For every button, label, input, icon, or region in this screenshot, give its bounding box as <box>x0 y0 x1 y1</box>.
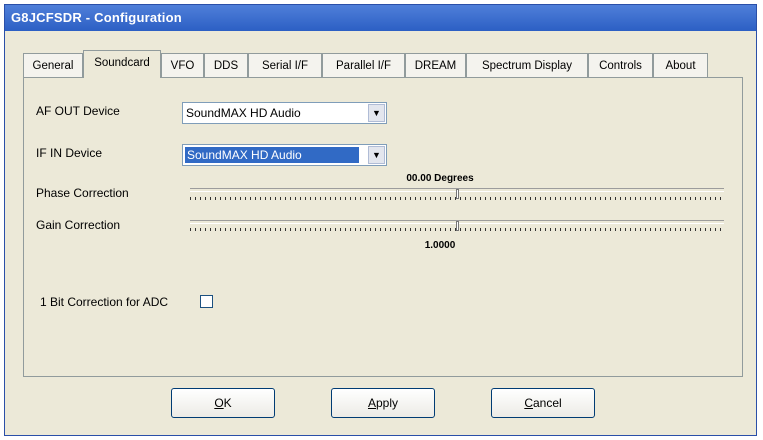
af-out-device-select[interactable]: SoundMAX HD Audio ▼ <box>182 102 387 124</box>
tab-general[interactable]: General <box>23 53 83 77</box>
tab-dds[interactable]: DDS <box>204 53 248 77</box>
tab-serial-if[interactable]: Serial I/F <box>248 53 322 77</box>
if-in-device-value: SoundMAX HD Audio <box>185 147 359 163</box>
tab-about[interactable]: About <box>653 53 708 77</box>
ok-button[interactable]: OK <box>171 388 275 418</box>
tab-spectrum-display[interactable]: Spectrum Display <box>466 53 588 77</box>
cancel-button[interactable]: Cancel <box>491 388 595 418</box>
bit-correction-label: 1 Bit Correction for ADC <box>40 295 169 309</box>
phase-value: 00.00 Degrees <box>406 173 474 184</box>
if-in-label: IF IN Device <box>36 146 103 160</box>
gain-correction-label: Gain Correction <box>36 218 121 232</box>
phase-correction-label: Phase Correction <box>36 186 129 200</box>
chevron-down-icon[interactable]: ▼ <box>368 146 385 164</box>
bit-correction-checkbox[interactable] <box>200 295 213 308</box>
gain-slider-thumb[interactable] <box>456 221 459 231</box>
soundcard-panel: AF OUT Device SoundMAX HD Audio ▼ IF IN … <box>23 77 743 377</box>
phase-correction-slider[interactable] <box>190 186 724 204</box>
if-in-device-select[interactable]: SoundMAX HD Audio ▼ <box>182 144 387 166</box>
configuration-window: G8JCFSDR - Configuration General Soundca… <box>4 4 757 436</box>
gain-value: 1.0000 <box>424 240 456 251</box>
tab-soundcard[interactable]: Soundcard <box>83 50 161 78</box>
tab-dream[interactable]: DREAM <box>405 53 466 77</box>
gain-correction-slider[interactable] <box>190 218 724 236</box>
phase-slider-thumb[interactable] <box>456 189 459 199</box>
af-out-label: AF OUT Device <box>36 104 120 118</box>
af-out-device-value: SoundMAX HD Audio <box>186 106 301 120</box>
tab-parallel-if[interactable]: Parallel I/F <box>322 53 405 77</box>
chevron-down-icon[interactable]: ▼ <box>368 104 385 122</box>
apply-button[interactable]: Apply <box>331 388 435 418</box>
window-title: G8JCFSDR - Configuration <box>5 5 756 31</box>
tab-vfo[interactable]: VFO <box>161 53 204 77</box>
tab-controls[interactable]: Controls <box>588 53 653 77</box>
